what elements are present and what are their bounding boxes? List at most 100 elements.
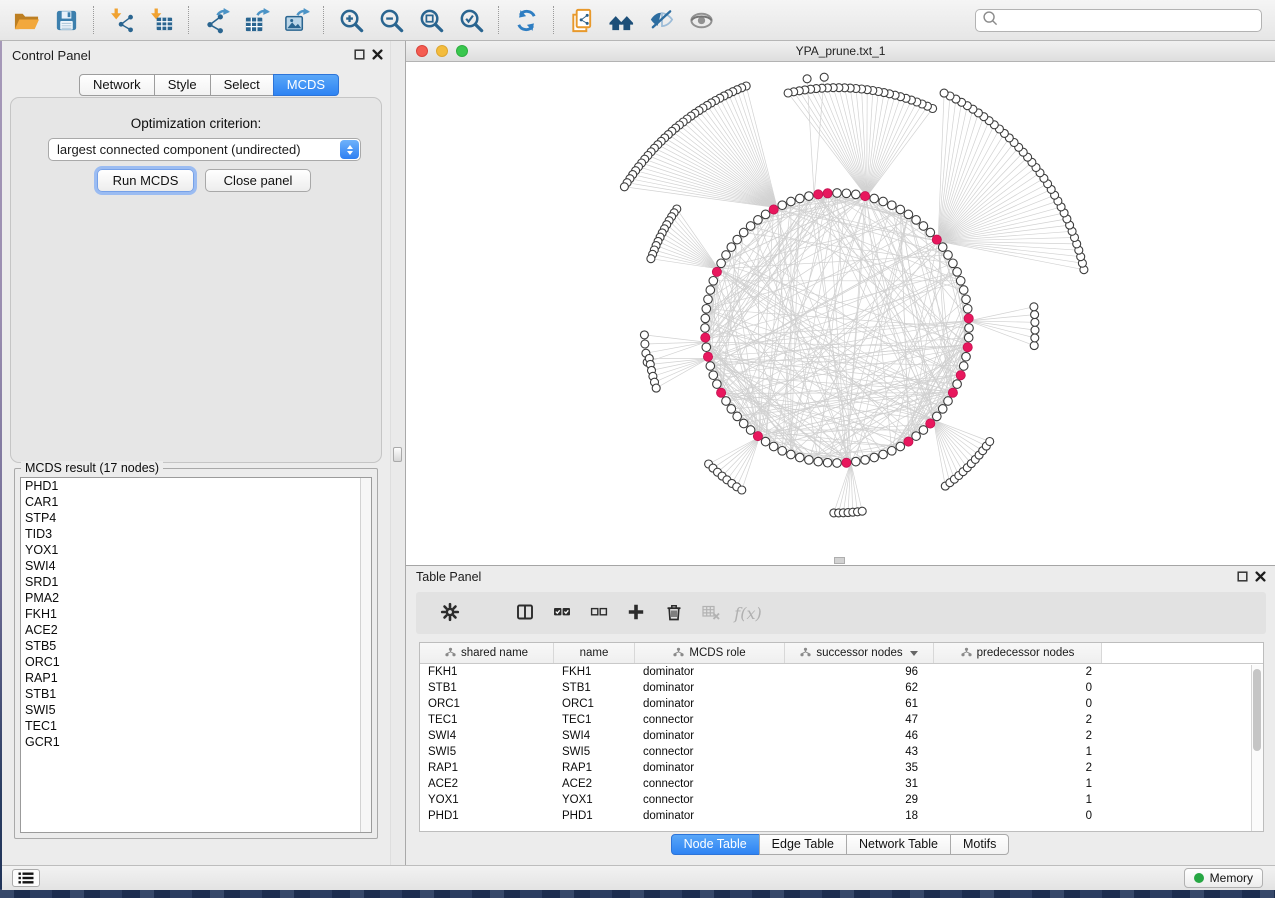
table-row[interactable]: SWI4SWI4dominator462: [420, 728, 1263, 744]
unselect-all-columns-button[interactable]: [587, 602, 611, 624]
hide-selected-button[interactable]: [641, 3, 681, 37]
show-all-icon: [688, 7, 715, 34]
column-header-predecessor-nodes[interactable]: predecessor nodes: [934, 643, 1102, 663]
control-panel-title: Control Panel: [12, 48, 91, 63]
mcds-result-item[interactable]: STP4: [21, 510, 371, 526]
float-table-panel-icon[interactable]: [1236, 570, 1249, 583]
optimization-criterion-select[interactable]: largest connected component (undirected): [48, 138, 361, 161]
mcds-result-item[interactable]: TID3: [21, 526, 371, 542]
mcds-result-item[interactable]: FKH1: [21, 606, 371, 622]
vertical-splitter[interactable]: [390, 41, 405, 865]
show-all-button[interactable]: [681, 3, 721, 37]
tab-network-table[interactable]: Network Table: [846, 834, 951, 855]
mcds-result-item[interactable]: GCR1: [21, 734, 371, 750]
mcds-result-item[interactable]: PMA2: [21, 590, 371, 606]
show-columns-button[interactable]: [513, 602, 537, 624]
save-session-button[interactable]: [46, 3, 86, 37]
toolbar-separator: [553, 6, 554, 34]
search-input[interactable]: [998, 13, 1255, 27]
table-row[interactable]: RAP1RAP1dominator352: [420, 760, 1263, 776]
delete-table-button: [699, 602, 723, 624]
table-cell: 46: [785, 730, 934, 742]
export-table-button[interactable]: [236, 3, 276, 37]
splitter-grip[interactable]: [393, 447, 402, 462]
table-scrollbar[interactable]: [1251, 665, 1263, 831]
mcds-result-item[interactable]: STB5: [21, 638, 371, 654]
table-row[interactable]: ACE2ACE2connector311: [420, 776, 1263, 792]
zoom-in-icon: [338, 7, 365, 34]
mcds-result-item[interactable]: SWI5: [21, 702, 371, 718]
float-window-icon[interactable]: [353, 48, 366, 61]
column-header-label: successor nodes: [816, 647, 902, 659]
tab-node-table[interactable]: Node Table: [671, 834, 760, 855]
tab-select[interactable]: Select: [210, 74, 274, 96]
table-cell: 0: [934, 810, 1102, 822]
table-row[interactable]: YOX1YOX1connector291: [420, 792, 1263, 808]
close-table-panel-icon[interactable]: [1254, 570, 1267, 583]
table-cell: dominator: [635, 730, 785, 742]
tab-edge-table[interactable]: Edge Table: [759, 834, 847, 855]
table-row[interactable]: FKH1FKH1dominator962: [420, 664, 1263, 680]
export-image-button[interactable]: [276, 3, 316, 37]
zoom-selected-button[interactable]: [451, 3, 491, 37]
new-network-from-selection-button[interactable]: [561, 3, 601, 37]
select-all-columns-button[interactable]: [550, 602, 574, 624]
run-mcds-button[interactable]: Run MCDS: [97, 169, 194, 192]
table-cell: YOX1: [420, 794, 554, 806]
save-session-icon: [53, 7, 80, 34]
open-file-button[interactable]: [6, 3, 46, 37]
mcds-result-item[interactable]: PHD1: [21, 478, 371, 494]
status-bar: Memory: [2, 865, 1275, 890]
horizontal-splitter-grip[interactable]: [834, 557, 845, 564]
table-scrollbar-thumb[interactable]: [1253, 669, 1261, 751]
mcds-result-item[interactable]: YOX1: [21, 542, 371, 558]
table-row[interactable]: PHD1PHD1dominator180: [420, 808, 1263, 824]
refresh-button[interactable]: [506, 3, 546, 37]
table-header-filler: [1102, 643, 1263, 663]
table-row[interactable]: STB1STB1dominator620: [420, 680, 1263, 696]
column-header-name[interactable]: name: [554, 643, 635, 663]
tab-style[interactable]: Style: [154, 74, 211, 96]
show-columns-icon: [515, 602, 535, 625]
close-panel-button[interactable]: Close panel: [205, 169, 311, 192]
control-panel-tabs: NetworkStyleSelectMCDS: [80, 74, 339, 96]
column-header-MCDS-role[interactable]: MCDS role: [635, 643, 785, 663]
delete-row-button[interactable]: [662, 602, 686, 624]
first-neighbors-button[interactable]: [601, 3, 641, 37]
namespace-tree-icon: [673, 647, 684, 660]
close-panel-icon[interactable]: [371, 48, 384, 61]
table-row[interactable]: TEC1TEC1connector472: [420, 712, 1263, 728]
mcds-result-item[interactable]: ORC1: [21, 654, 371, 670]
mcds-result-item[interactable]: SWI4: [21, 558, 371, 574]
mcds-result-item[interactable]: RAP1: [21, 670, 371, 686]
mcds-result-item[interactable]: TEC1: [21, 718, 371, 734]
table-cell: 62: [785, 682, 934, 694]
tab-network[interactable]: Network: [79, 74, 155, 96]
table-row[interactable]: SWI5SWI5connector431: [420, 744, 1263, 760]
import-network-button[interactable]: [101, 3, 141, 37]
add-row-button[interactable]: [624, 602, 648, 624]
memory-button[interactable]: Memory: [1184, 868, 1263, 888]
import-table-button[interactable]: [141, 3, 181, 37]
tab-motifs[interactable]: Motifs: [950, 834, 1009, 855]
zoom-out-button[interactable]: [371, 3, 411, 37]
mcds-result-item[interactable]: SRD1: [21, 574, 371, 590]
export-network-button[interactable]: [196, 3, 236, 37]
network-canvas[interactable]: [406, 62, 1275, 565]
tab-mcds[interactable]: MCDS: [273, 74, 339, 96]
column-header-successor-nodes[interactable]: successor nodes: [785, 643, 934, 663]
search-field[interactable]: [975, 9, 1262, 32]
mcds-result-item[interactable]: ACE2: [21, 622, 371, 638]
mcds-result-item[interactable]: STB1: [21, 686, 371, 702]
network-graph[interactable]: [406, 62, 1275, 565]
settings-gear-icon: [440, 602, 460, 625]
table-cell: 0: [934, 682, 1102, 694]
mcds-list-scrollbar[interactable]: [360, 478, 371, 832]
settings-gear-button[interactable]: [438, 602, 462, 624]
column-header-shared-name[interactable]: shared name: [420, 643, 554, 663]
automation-panel-button[interactable]: [12, 869, 40, 887]
zoom-in-button[interactable]: [331, 3, 371, 37]
zoom-fit-button[interactable]: [411, 3, 451, 37]
table-row[interactable]: ORC1ORC1dominator610: [420, 696, 1263, 712]
mcds-result-item[interactable]: CAR1: [21, 494, 371, 510]
